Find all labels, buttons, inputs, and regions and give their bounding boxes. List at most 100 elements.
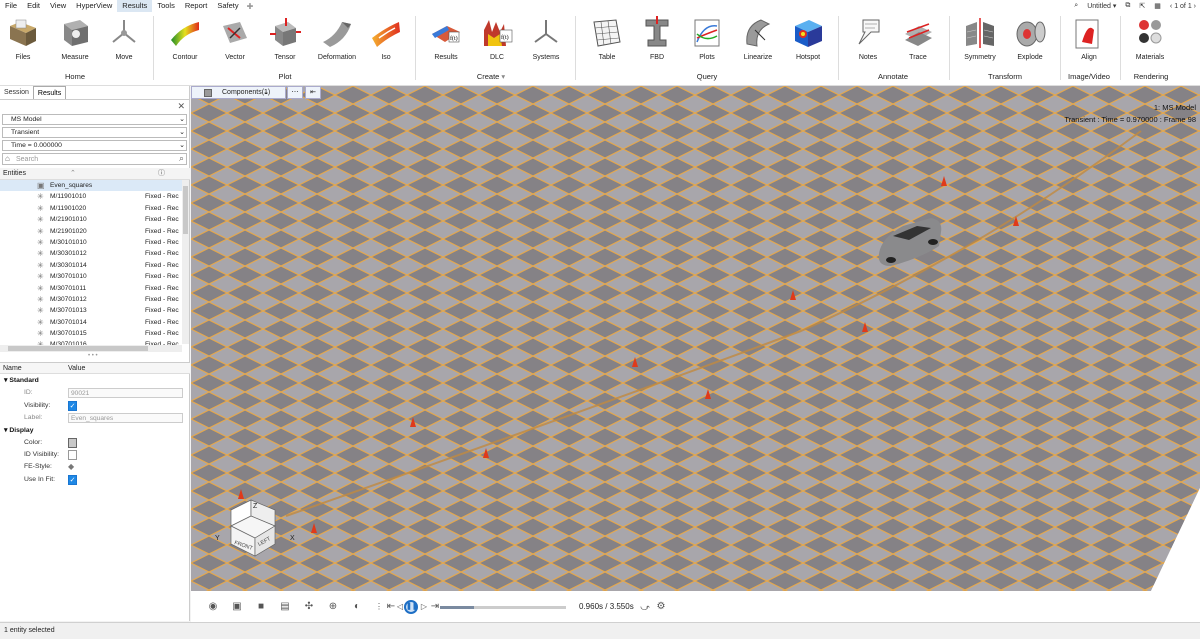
list-item[interactable]: ✳ M/30301012 Fixed - Rec <box>0 248 182 259</box>
cube-icon[interactable]: ■ <box>253 600 269 614</box>
menu-hyperview[interactable]: HyperView <box>71 0 117 12</box>
menu-report[interactable]: Report <box>180 0 213 12</box>
explode-tool[interactable]: Explode <box>1011 16 1049 61</box>
section-standard[interactable]: ▾ Standard <box>0 375 190 387</box>
section-display[interactable]: ▾ Display <box>0 425 190 437</box>
tensor-tool[interactable]: Tensor <box>266 16 304 61</box>
camera-icon[interactable]: ▣ <box>229 600 245 614</box>
table-tool[interactable]: Table <box>588 16 626 61</box>
files-tool[interactable]: Files <box>4 16 42 61</box>
list-item[interactable]: ✳ M/21901020 Fixed - Rec <box>0 226 182 237</box>
components-tab[interactable]: Components(1) ⌄ <box>191 86 286 99</box>
search-icon[interactable]: ⌕ <box>179 153 184 164</box>
entity-list-hscroll[interactable] <box>0 345 182 352</box>
speed-icon[interactable]: ⤻ <box>637 600 653 614</box>
fbd-tool[interactable]: FBD <box>638 16 676 61</box>
plots-tool[interactable]: Plots <box>688 16 726 61</box>
entity-status: Fixed - Rec <box>145 204 179 212</box>
list-item[interactable]: ✳ M/21901010 Fixed - Rec <box>0 214 182 225</box>
align-tool[interactable]: Align <box>1070 16 1108 61</box>
list-item[interactable]: ✳ M/30701013 Fixed - Rec <box>0 305 182 316</box>
popout-icon[interactable]: ⇱ <box>1139 2 1145 10</box>
restore-icon[interactable]: ⧉ <box>1125 2 1130 10</box>
info-icon[interactable]: ⓘ <box>158 168 165 180</box>
menu-file[interactable]: File <box>0 0 22 12</box>
tab-session[interactable]: Session <box>0 86 33 99</box>
first-frame-button[interactable]: ⇤ <box>305 86 321 99</box>
list-item[interactable]: ✳ M/30301014 Fixed - Rec <box>0 260 182 271</box>
splitter-handle[interactable]: • • • <box>88 353 98 359</box>
animation-slider[interactable] <box>440 606 566 609</box>
list-item[interactable]: ✳ M/11901020 Fixed - Rec <box>0 203 182 214</box>
hotspot-tool[interactable]: Hotspot <box>788 16 828 61</box>
tab-results[interactable]: Results <box>32 86 67 99</box>
color-swatch[interactable] <box>68 438 77 448</box>
analysis-type-select[interactable]: Transient ⌄ <box>2 127 187 138</box>
axes-icon[interactable]: ✣ <box>301 600 317 614</box>
gear-icon[interactable]: ⚙ <box>653 600 669 614</box>
section-standard-label: ▾ Standard <box>4 377 39 384</box>
list-item[interactable]: ✳ M/30701015 Fixed - Rec <box>0 328 182 339</box>
zoom-icon[interactable]: ⊕ <box>325 600 341 614</box>
sort-icon[interactable]: ⌃ <box>70 168 76 180</box>
menu-results[interactable]: Results <box>117 0 153 12</box>
linearize-tool[interactable]: Linearize <box>738 16 778 61</box>
doc-title-dropdown[interactable]: Untitled ▾ <box>1087 2 1116 10</box>
search-icon[interactable]: ⌕ <box>1074 2 1078 10</box>
graphics-viewport[interactable]: FRONT LEFT Z Y X Components(1) ⌄ ⋯ ⇤ 1: … <box>191 86 1200 622</box>
list-item[interactable]: ▣ Even_squares <box>0 180 182 192</box>
list-item[interactable]: ✳ M/30701010 Fixed - Rec <box>0 271 182 282</box>
visibility-checkbox[interactable]: ✓ <box>68 401 77 411</box>
page-nav[interactable]: ‹ 1 of 1 › <box>1170 3 1196 10</box>
entities-column-title: Entities <box>3 170 26 177</box>
scroll-thumb[interactable] <box>183 186 188 234</box>
list-item[interactable]: ✳ M/11901010 Fixed - Rec <box>0 191 182 202</box>
model-scene[interactable]: FRONT LEFT Z Y X <box>191 86 1200 622</box>
results-tool[interactable]: f(t) Results <box>426 16 466 61</box>
search-field[interactable]: ⌂ Search ⌕ <box>2 153 187 165</box>
dlc-tool[interactable]: f(t) DLC <box>477 16 517 61</box>
scroll-thumb[interactable] <box>8 346 148 351</box>
fe-style-icon[interactable]: ◆ <box>68 462 74 472</box>
home-icon[interactable]: ⌂ <box>5 153 10 164</box>
menu-view[interactable]: View <box>45 0 71 12</box>
joint-icon: ✳ <box>37 215 44 225</box>
list-item[interactable]: ✳ M/30701012 Fixed - Rec <box>0 294 182 305</box>
model-select[interactable]: MS Model ⌄ <box>2 114 187 125</box>
measure-icon <box>58 16 92 50</box>
move-tool[interactable]: Move <box>106 16 142 61</box>
component-icon: ▣ <box>37 181 45 190</box>
search-input[interactable]: Search <box>16 156 38 163</box>
vector-tool[interactable]: Vector <box>216 16 254 61</box>
list-item[interactable]: ✳ M/30101010 Fixed - Rec <box>0 237 182 248</box>
eye-icon[interactable]: ◉ <box>205 600 221 614</box>
systems-tool[interactable]: Systems <box>527 16 565 61</box>
measure-tool[interactable]: Measure <box>56 16 94 61</box>
notes-tool[interactable]: Notes <box>850 16 886 61</box>
ribbon-divider <box>575 16 576 80</box>
id-visibility-checkbox[interactable] <box>68 450 77 460</box>
align-label: Align <box>1081 54 1097 61</box>
symmetry-tool[interactable]: Symmetry <box>960 16 1000 61</box>
add-tab-icon[interactable]: ✚ <box>244 2 257 11</box>
contour-tool[interactable]: Contour <box>165 16 205 61</box>
prop-label-field[interactable]: Even_squares <box>68 413 183 423</box>
move-label: Move <box>115 54 133 61</box>
clip-icon[interactable]: ▤ <box>277 600 293 614</box>
entity-list-vscroll[interactable] <box>182 180 189 344</box>
list-item[interactable]: ✳ M/30701011 Fixed - Rec <box>0 283 182 294</box>
menu-safety[interactable]: Safety <box>212 0 243 12</box>
close-icon[interactable]: ✕ <box>177 101 185 112</box>
deformation-tool[interactable]: Deformation <box>315 16 359 61</box>
trace-tool[interactable]: Trace <box>898 16 938 61</box>
menu-tools[interactable]: Tools <box>152 0 180 12</box>
render-icon[interactable]: ◐ <box>349 600 365 614</box>
time-select[interactable]: Time = 0.000000 ⌄ <box>2 140 187 151</box>
grid-icon[interactable]: ▦ <box>1154 2 1161 10</box>
menu-edit[interactable]: Edit <box>22 0 45 12</box>
list-item[interactable]: ✳ M/30701014 Fixed - Rec <box>0 317 182 328</box>
materials-tool[interactable]: Materials <box>1130 16 1170 61</box>
more-options-button[interactable]: ⋯ <box>287 86 303 99</box>
iso-tool[interactable]: Iso <box>367 16 405 61</box>
use-in-fit-checkbox[interactable]: ✓ <box>68 475 77 485</box>
